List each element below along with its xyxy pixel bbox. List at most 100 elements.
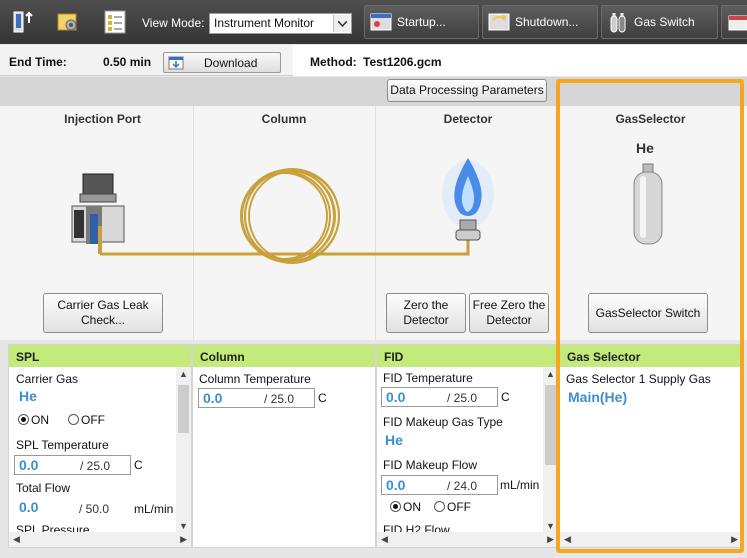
spl-vertical-scrollbar[interactable]: ▲ ▼ <box>176 367 191 533</box>
scroll-up-icon[interactable]: ▲ <box>179 369 188 379</box>
fid-makeup-type-value: He <box>385 432 403 448</box>
carrier-gas-value: He <box>19 388 37 404</box>
total-flow-unit: mL/min <box>134 502 174 516</box>
fid-on-radio[interactable] <box>390 501 401 512</box>
spl-off-radio[interactable] <box>68 414 79 425</box>
data-processing-parameters-button[interactable]: Data Processing Parameters <box>387 79 547 102</box>
fid-vertical-scrollbar[interactable]: ▲ ▼ <box>543 367 558 533</box>
shutdown-icon <box>487 10 511 34</box>
zero-detector-button[interactable]: Zero the Detector <box>386 293 466 333</box>
spl-on-label: ON <box>31 413 49 427</box>
gas-selector-panel-title: Gas Selector <box>560 345 742 367</box>
free-zero-detector-button[interactable]: Free Zero the Detector <box>469 293 549 333</box>
download-icon <box>168 56 184 70</box>
gas-name-label: He <box>636 140 654 156</box>
gas-cylinder-icon <box>606 10 630 34</box>
column-panel-title: Column <box>193 345 375 367</box>
scroll-right-icon[interactable]: ▶ <box>731 534 738 545</box>
gas-selector-supply-label: Gas Selector 1 Supply Gas <box>566 372 711 386</box>
column-temperature-unit: C <box>318 391 327 405</box>
more-button[interactable] <box>721 5 747 39</box>
spl-temperature-value: 0.0 <box>19 457 39 473</box>
spl-temperature-label: SPL Temperature <box>16 438 109 452</box>
column-panel: Column Column Temperature 0.0 / 25.0 C <box>192 344 376 548</box>
gas-switch-label: Gas Switch <box>634 15 695 29</box>
gas-selector-horizontal-scrollbar[interactable]: ◀ ▶ <box>560 532 742 547</box>
method-label: Method: <box>310 55 357 69</box>
fid-horizontal-scrollbar[interactable]: ◀ ▶ <box>377 532 558 547</box>
gas-selector-switch-button[interactable]: GasSelector Switch <box>588 293 708 333</box>
method-value: Test1206.gcm <box>363 55 442 69</box>
fid-makeup-flow-label: FID Makeup Flow <box>383 458 478 472</box>
instrument-icon <box>726 10 747 34</box>
download-label: Download <box>204 55 258 70</box>
scroll-up-icon[interactable]: ▲ <box>546 369 555 379</box>
fid-temperature-unit: C <box>501 390 510 404</box>
scroll-down-icon[interactable]: ▼ <box>179 521 188 531</box>
spl-temperature-unit: C <box>134 458 143 472</box>
fid-temperature-input[interactable]: 0.0 / 25.0 <box>381 387 498 407</box>
scroll-right-icon[interactable]: ▶ <box>547 534 554 545</box>
carrier-gas-leak-check-button[interactable]: Carrier Gas Leak Check... <box>43 293 163 333</box>
settings-icon[interactable] <box>55 9 81 35</box>
gas-selector-supply-value: Main(He) <box>568 389 628 405</box>
fid-makeup-flow-setpoint: / 24.0 <box>447 479 478 493</box>
scroll-right-icon[interactable]: ▶ <box>180 534 187 545</box>
scroll-thumb[interactable] <box>545 385 556 465</box>
spl-on-radio[interactable] <box>18 414 29 425</box>
view-mode-select[interactable]: Instrument Monitor <box>209 13 352 34</box>
scroll-left-icon[interactable]: ◀ <box>13 534 20 545</box>
fid-temperature-label: FID Temperature <box>383 371 473 385</box>
total-flow-setpoint: / 50.0 <box>79 502 110 516</box>
spl-temperature-setpoint: / 25.0 <box>80 459 111 473</box>
fid-makeup-flow-unit: mL/min <box>500 478 540 492</box>
carrier-gas-label: Carrier Gas <box>16 372 79 386</box>
fid-temperature-value: 0.0 <box>386 389 406 405</box>
injection-port-icon <box>71 173 125 254</box>
spl-panel-title: SPL <box>9 345 191 367</box>
end-time-value: 0.50 min <box>103 55 152 69</box>
fid-panel-title: FID <box>377 345 558 367</box>
column-temperature-label: Column Temperature <box>199 372 311 386</box>
flame-icon <box>442 158 494 241</box>
view-mode-value: Instrument Monitor <box>214 16 315 30</box>
view-mode-label: View Mode: <box>142 16 205 30</box>
fid-temperature-setpoint: / 25.0 <box>447 391 478 405</box>
gas-selector-panel: Gas Selector Gas Selector 1 Supply Gas M… <box>559 344 743 548</box>
download-button[interactable]: Download <box>163 52 281 73</box>
panel-upload-icon[interactable] <box>10 9 36 35</box>
fid-on-label: ON <box>403 500 421 514</box>
scroll-down-icon[interactable]: ▼ <box>546 521 555 531</box>
shutdown-button[interactable]: Shutdown... <box>482 5 598 39</box>
scroll-thumb[interactable] <box>178 385 189 433</box>
scroll-left-icon[interactable]: ◀ <box>381 534 388 545</box>
gas-cylinder-icon <box>633 163 663 245</box>
column-coil-icon <box>240 168 340 264</box>
startup-label: Startup... <box>397 15 446 29</box>
spl-temperature-input[interactable]: 0.0 / 25.0 <box>14 455 131 475</box>
column-temperature-setpoint: / 25.0 <box>264 392 295 406</box>
total-flow-label: Total Flow <box>16 481 71 495</box>
chevron-down-icon[interactable] <box>333 15 350 32</box>
checklist-icon[interactable] <box>102 9 128 35</box>
column-temperature-value: 0.0 <box>203 390 223 406</box>
gas-switch-button[interactable]: Gas Switch <box>601 5 718 39</box>
fid-makeup-flow-input[interactable]: 0.0 / 24.0 <box>381 475 498 495</box>
spl-off-label: OFF <box>81 413 105 427</box>
fid-off-radio[interactable] <box>434 501 445 512</box>
end-time-label: End Time: <box>9 55 67 69</box>
toolbar: View Mode: Instrument Monitor Startup...… <box>0 0 747 44</box>
spl-horizontal-scrollbar[interactable]: ◀ ▶ <box>9 532 191 547</box>
scroll-left-icon[interactable]: ◀ <box>564 534 571 545</box>
fid-panel: FID FID Temperature 0.0 / 25.0 C FID Mak… <box>376 344 559 548</box>
method-panel: Method: Test1206.gcm <box>293 45 747 76</box>
column-temperature-input[interactable]: 0.0 / 25.0 <box>198 388 315 408</box>
fid-makeup-type-label: FID Makeup Gas Type <box>383 415 503 429</box>
shutdown-label: Shutdown... <box>515 15 579 29</box>
fid-makeup-flow-value: 0.0 <box>386 477 406 493</box>
total-flow-value: 0.0 <box>19 499 39 515</box>
startup-button[interactable]: Startup... <box>364 5 479 39</box>
spl-panel: SPL Carrier Gas He ON OFF SPL Temperatur… <box>8 344 192 548</box>
startup-icon <box>369 10 393 34</box>
fid-off-label: OFF <box>447 500 471 514</box>
